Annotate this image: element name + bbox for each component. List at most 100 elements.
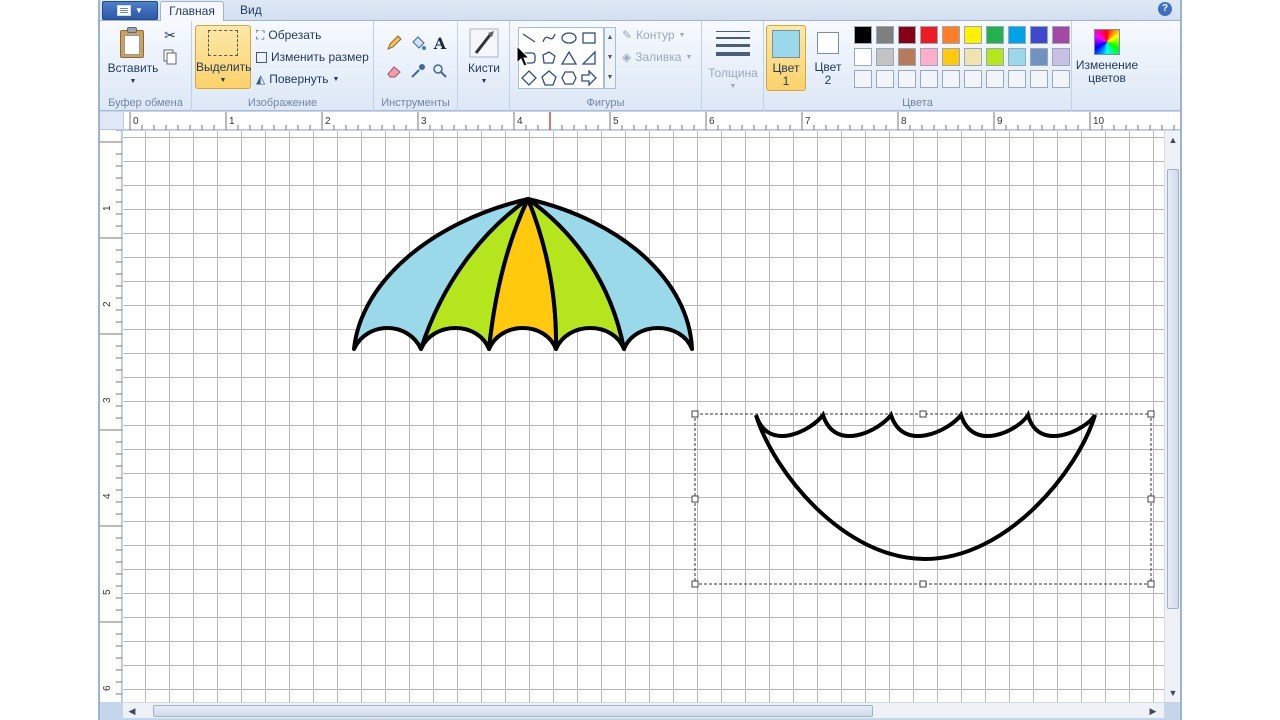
brushes-label: Кисти: [468, 61, 500, 75]
palette-swatch[interactable]: [1008, 48, 1026, 66]
fill-bucket-icon[interactable]: [408, 33, 428, 53]
right-triangle-shape-icon[interactable]: [580, 49, 598, 67]
palette-swatch[interactable]: [898, 48, 916, 66]
resize-handle[interactable]: [691, 495, 699, 503]
paint-window: ▼ Главная Вид ? Вставить ▼ ✂ Буфер обмен…: [98, 0, 1182, 720]
palette-swatch[interactable]: [986, 48, 1004, 66]
edit-colors-button[interactable]: Изменение цветов: [1072, 25, 1142, 85]
magnifier-icon[interactable]: [430, 61, 450, 81]
palette-empty-swatch[interactable]: [898, 70, 916, 88]
color-picker-icon[interactable]: [408, 61, 428, 81]
crop-button[interactable]: ⛶ Обрезать: [256, 25, 321, 45]
expand-gallery-icon[interactable]: ▼: [605, 68, 615, 88]
scroll-right-icon[interactable]: ▶: [1146, 704, 1160, 718]
pencil-icon[interactable]: [384, 33, 404, 53]
resize-handle[interactable]: [691, 410, 699, 418]
resize-handle[interactable]: [919, 580, 927, 588]
palette-swatch[interactable]: [964, 48, 982, 66]
palette-swatch[interactable]: [920, 26, 938, 44]
palette-swatch[interactable]: [942, 26, 960, 44]
palette-swatch[interactable]: [1008, 26, 1026, 44]
palette-empty-swatch[interactable]: [1030, 70, 1048, 88]
brush-icon: [468, 27, 500, 59]
resize-handle[interactable]: [1147, 410, 1155, 418]
fill-button[interactable]: ◈ Заливка ▼: [622, 47, 692, 67]
eraser-icon[interactable]: [384, 61, 404, 81]
scroll-down-icon[interactable]: ▼: [1166, 686, 1180, 700]
help-icon[interactable]: ?: [1158, 2, 1172, 16]
tab-view[interactable]: Вид: [232, 1, 270, 22]
palette-swatch[interactable]: [876, 48, 894, 66]
palette-swatch[interactable]: [964, 26, 982, 44]
palette-empty-swatch[interactable]: [920, 70, 938, 88]
size-button[interactable]: Толщина ▼: [708, 25, 758, 93]
resize-handle[interactable]: [1147, 495, 1155, 503]
color1-number: 1: [782, 74, 790, 88]
rotate-button[interactable]: ◭ Повернуть ▼: [256, 69, 339, 89]
cut-icon[interactable]: ✂: [160, 25, 180, 45]
resize-handle[interactable]: [1147, 580, 1155, 588]
palette-empty-swatch[interactable]: [1008, 70, 1026, 88]
hexagon-shape-icon[interactable]: [560, 69, 578, 87]
curve-shape-icon[interactable]: [540, 29, 558, 47]
tab-home[interactable]: Главная: [160, 1, 224, 22]
resize-handle[interactable]: [691, 580, 699, 588]
outline-button[interactable]: ✎ Контур ▼: [622, 25, 685, 45]
color1-button[interactable]: Цвет 1: [766, 25, 806, 91]
palette-empty-swatch[interactable]: [876, 70, 894, 88]
palette-swatch[interactable]: [1030, 26, 1048, 44]
vertical-scrollbar[interactable]: ▲ ▼: [1164, 131, 1180, 702]
fill-label: Заливка: [635, 50, 682, 64]
scroll-up-icon[interactable]: ▲: [1166, 133, 1180, 147]
ruler-label: 9: [997, 116, 1003, 127]
dropdown-arrow-icon: ▼: [219, 77, 227, 84]
ruler-label: 3: [421, 116, 427, 127]
rotate-label: Повернуть: [269, 72, 329, 86]
scroll-down-icon[interactable]: ▼: [605, 48, 615, 68]
palette-swatch[interactable]: [854, 26, 872, 44]
oval-shape-icon[interactable]: [560, 29, 578, 47]
app-menu-button[interactable]: ▼: [102, 1, 158, 20]
pentagon-shape-icon[interactable]: [540, 69, 558, 87]
palette-empty-swatch[interactable]: [854, 70, 872, 88]
drawing-canvas[interactable]: [123, 131, 1164, 702]
text-tool-icon[interactable]: A: [430, 33, 450, 53]
triangle-shape-icon[interactable]: [560, 49, 578, 67]
select-button[interactable]: Выделить ▼: [195, 25, 251, 89]
resize-handle[interactable]: [919, 410, 927, 418]
palette-swatch[interactable]: [920, 48, 938, 66]
edit-colors-icon: [1094, 29, 1120, 55]
palette-swatch[interactable]: [942, 48, 960, 66]
umbrella-bottom-half[interactable]: [754, 410, 1097, 562]
ruler-corner: [100, 112, 124, 130]
rectangle-shape-icon[interactable]: [580, 29, 598, 47]
palette-swatch[interactable]: [1052, 26, 1070, 44]
brushes-button[interactable]: Кисти ▼: [462, 25, 506, 88]
palette-swatch[interactable]: [986, 26, 1004, 44]
diamond-shape-icon[interactable]: [520, 69, 538, 87]
shapes-scroll[interactable]: ▲ ▼ ▼: [604, 27, 616, 89]
palette-swatch[interactable]: [1030, 48, 1048, 66]
umbrella-top[interactable]: [352, 197, 694, 351]
scroll-left-icon[interactable]: ◀: [125, 704, 139, 718]
palette-swatch[interactable]: [1052, 48, 1070, 66]
paste-button[interactable]: Вставить ▼: [106, 25, 160, 88]
palette-swatch[interactable]: [854, 48, 872, 66]
polygon-shape-icon[interactable]: [540, 49, 558, 67]
horizontal-scroll-thumb[interactable]: [153, 705, 873, 717]
ruler-label: 2: [102, 301, 113, 307]
dropdown-arrow-icon: ▼: [135, 6, 143, 15]
palette-empty-swatch[interactable]: [1052, 70, 1070, 88]
color2-button[interactable]: Цвет 2: [808, 25, 848, 91]
palette-empty-swatch[interactable]: [942, 70, 960, 88]
copy-icon[interactable]: [160, 47, 180, 67]
palette-swatch[interactable]: [876, 26, 894, 44]
arrow-shape-icon[interactable]: [580, 69, 598, 87]
palette-empty-swatch[interactable]: [964, 70, 982, 88]
resize-button[interactable]: Изменить размер: [256, 47, 369, 67]
palette-swatch[interactable]: [898, 26, 916, 44]
scroll-up-icon[interactable]: ▲: [605, 28, 615, 48]
vertical-scroll-thumb[interactable]: [1167, 169, 1179, 609]
horizontal-scrollbar[interactable]: ◀ ▶: [123, 702, 1164, 718]
palette-empty-swatch[interactable]: [986, 70, 1004, 88]
